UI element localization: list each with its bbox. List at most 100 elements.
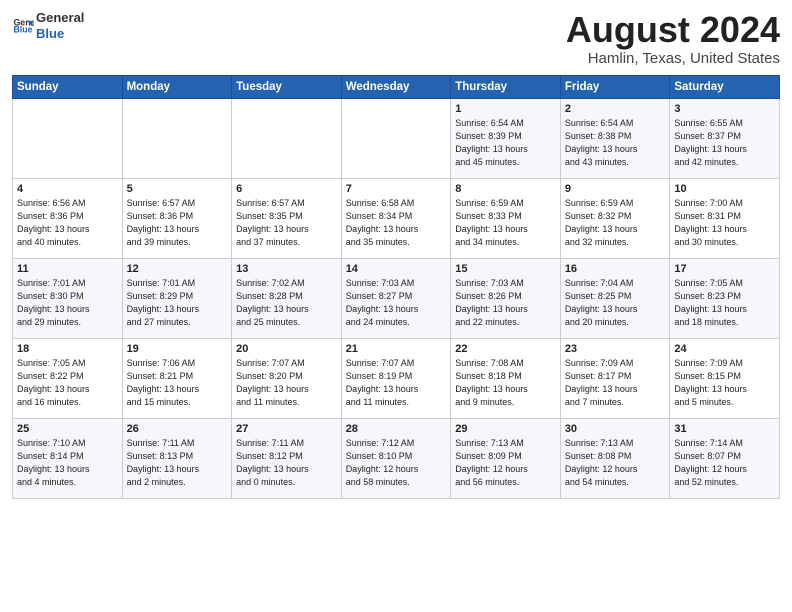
calendar-cell: 31Sunrise: 7:14 AM Sunset: 8:07 PM Dayli… [670,418,780,498]
day-info: Sunrise: 7:10 AM Sunset: 8:14 PM Dayligh… [17,437,118,489]
logo: General Blue General Blue [12,10,84,41]
day-number: 26 [127,423,228,435]
calendar-week-2: 4 Sunrise: 6:56 AM Sunset: 8:36 PM Daylig… [13,178,780,258]
day-number: 19 [127,343,228,355]
calendar-cell: 29Sunrise: 7:13 AM Sunset: 8:09 PM Dayli… [451,418,561,498]
calendar-cell [341,98,451,178]
day-number: 21 [346,343,447,355]
day-number: 31 [674,423,775,435]
day-info: Sunrise: 7:13 AM Sunset: 8:08 PM Dayligh… [565,437,666,489]
calendar-cell: 10 Sunrise: 7:00 AM Sunset: 8:31 PM Dayli… [670,178,780,258]
day-number: 25 [17,423,118,435]
day-info: Sunrise: 7:07 AM Sunset: 8:20 PM Dayligh… [236,357,337,409]
col-monday: Monday [122,75,232,98]
day-info: Sunrise: 7:01 AM Sunset: 8:30 PM Dayligh… [17,277,118,329]
svg-text:Blue: Blue [13,24,32,34]
day-info: Sunrise: 6:57 AM Sunset: 8:35 PM Dayligh… [236,197,337,249]
col-thursday: Thursday [451,75,561,98]
day-number: 10 [674,183,775,195]
day-info: Sunrise: 7:07 AM Sunset: 8:19 PM Dayligh… [346,357,447,409]
day-number: 16 [565,263,666,275]
logo-blue-text: Blue [36,26,84,42]
day-info: Sunrise: 6:54 AM Sunset: 8:39 PM Dayligh… [455,117,556,169]
day-info: Sunrise: 7:11 AM Sunset: 8:12 PM Dayligh… [236,437,337,489]
day-info: Sunrise: 6:57 AM Sunset: 8:36 PM Dayligh… [127,197,228,249]
day-number: 27 [236,423,337,435]
calendar-cell: 5 Sunrise: 6:57 AM Sunset: 8:36 PM Daylig… [122,178,232,258]
main-container: General Blue General Blue August 2024 Ha… [0,0,792,507]
col-wednesday: Wednesday [341,75,451,98]
calendar-cell: 1 Sunrise: 6:54 AM Sunset: 8:39 PM Daylig… [451,98,561,178]
day-info: Sunrise: 7:11 AM Sunset: 8:13 PM Dayligh… [127,437,228,489]
day-info: Sunrise: 6:59 AM Sunset: 8:32 PM Dayligh… [565,197,666,249]
day-number: 28 [346,423,447,435]
calendar-cell: 16 Sunrise: 7:04 AM Sunset: 8:25 PM Dayli… [560,258,670,338]
day-info: Sunrise: 7:00 AM Sunset: 8:31 PM Dayligh… [674,197,775,249]
calendar-week-3: 11 Sunrise: 7:01 AM Sunset: 8:30 PM Dayli… [13,258,780,338]
logo-icon: General Blue [12,15,34,37]
day-number: 22 [455,343,556,355]
calendar-week-5: 25 Sunrise: 7:10 AM Sunset: 8:14 PM Dayli… [13,418,780,498]
day-info: Sunrise: 6:54 AM Sunset: 8:38 PM Dayligh… [565,117,666,169]
day-info: Sunrise: 7:01 AM Sunset: 8:29 PM Dayligh… [127,277,228,329]
calendar-cell: 27 Sunrise: 7:11 AM Sunset: 8:12 PM Dayli… [232,418,342,498]
header: General Blue General Blue August 2024 Ha… [12,10,780,67]
day-number: 30 [565,423,666,435]
calendar-cell: 21 Sunrise: 7:07 AM Sunset: 8:19 PM Dayli… [341,338,451,418]
calendar-week-1: 1 Sunrise: 6:54 AM Sunset: 8:39 PM Daylig… [13,98,780,178]
day-number: 13 [236,263,337,275]
day-info: Sunrise: 7:02 AM Sunset: 8:28 PM Dayligh… [236,277,337,329]
day-number: 12 [127,263,228,275]
col-sunday: Sunday [13,75,123,98]
day-number: 5 [127,183,228,195]
title-block: August 2024 Hamlin, Texas, United States [566,10,780,67]
day-number: 15 [455,263,556,275]
calendar-cell: 13 Sunrise: 7:02 AM Sunset: 8:28 PM Dayli… [232,258,342,338]
day-info: Sunrise: 6:58 AM Sunset: 8:34 PM Dayligh… [346,197,447,249]
day-number: 29 [455,423,556,435]
calendar-cell: 4 Sunrise: 6:56 AM Sunset: 8:36 PM Daylig… [13,178,123,258]
calendar-cell: 26 Sunrise: 7:11 AM Sunset: 8:13 PM Dayli… [122,418,232,498]
calendar-cell: 9 Sunrise: 6:59 AM Sunset: 8:32 PM Daylig… [560,178,670,258]
day-info: Sunrise: 6:56 AM Sunset: 8:36 PM Dayligh… [17,197,118,249]
day-number: 6 [236,183,337,195]
day-info: Sunrise: 7:06 AM Sunset: 8:21 PM Dayligh… [127,357,228,409]
day-number: 1 [455,103,556,115]
day-number: 4 [17,183,118,195]
day-info: Sunrise: 7:04 AM Sunset: 8:25 PM Dayligh… [565,277,666,329]
calendar-cell: 2 Sunrise: 6:54 AM Sunset: 8:38 PM Daylig… [560,98,670,178]
calendar-cell: 8 Sunrise: 6:59 AM Sunset: 8:33 PM Daylig… [451,178,561,258]
day-info: Sunrise: 7:09 AM Sunset: 8:15 PM Dayligh… [674,357,775,409]
header-row: Sunday Monday Tuesday Wednesday Thursday… [13,75,780,98]
day-number: 18 [17,343,118,355]
col-friday: Friday [560,75,670,98]
day-number: 3 [674,103,775,115]
day-info: Sunrise: 7:03 AM Sunset: 8:27 PM Dayligh… [346,277,447,329]
calendar-cell [232,98,342,178]
logo-general-text: General [36,10,84,26]
day-info: Sunrise: 6:55 AM Sunset: 8:37 PM Dayligh… [674,117,775,169]
day-number: 8 [455,183,556,195]
col-saturday: Saturday [670,75,780,98]
calendar-cell: 15Sunrise: 7:03 AM Sunset: 8:26 PM Dayli… [451,258,561,338]
day-number: 14 [346,263,447,275]
calendar-cell: 23Sunrise: 7:09 AM Sunset: 8:17 PM Dayli… [560,338,670,418]
day-number: 24 [674,343,775,355]
day-number: 17 [674,263,775,275]
calendar-cell: 7Sunrise: 6:58 AM Sunset: 8:34 PM Daylig… [341,178,451,258]
calendar-cell: 17Sunrise: 7:05 AM Sunset: 8:23 PM Dayli… [670,258,780,338]
calendar-cell: 3 Sunrise: 6:55 AM Sunset: 8:37 PM Daylig… [670,98,780,178]
calendar-cell: 11 Sunrise: 7:01 AM Sunset: 8:30 PM Dayli… [13,258,123,338]
calendar-cell: 24 Sunrise: 7:09 AM Sunset: 8:15 PM Dayli… [670,338,780,418]
calendar-cell: 12 Sunrise: 7:01 AM Sunset: 8:29 PM Dayli… [122,258,232,338]
day-number: 2 [565,103,666,115]
month-title: August 2024 [566,10,780,50]
day-info: Sunrise: 7:08 AM Sunset: 8:18 PM Dayligh… [455,357,556,409]
col-tuesday: Tuesday [232,75,342,98]
day-number: 9 [565,183,666,195]
day-number: 11 [17,263,118,275]
calendar-cell: 25 Sunrise: 7:10 AM Sunset: 8:14 PM Dayli… [13,418,123,498]
day-info: Sunrise: 7:05 AM Sunset: 8:22 PM Dayligh… [17,357,118,409]
calendar-week-4: 18 Sunrise: 7:05 AM Sunset: 8:22 PM Dayli… [13,338,780,418]
day-info: Sunrise: 6:59 AM Sunset: 8:33 PM Dayligh… [455,197,556,249]
